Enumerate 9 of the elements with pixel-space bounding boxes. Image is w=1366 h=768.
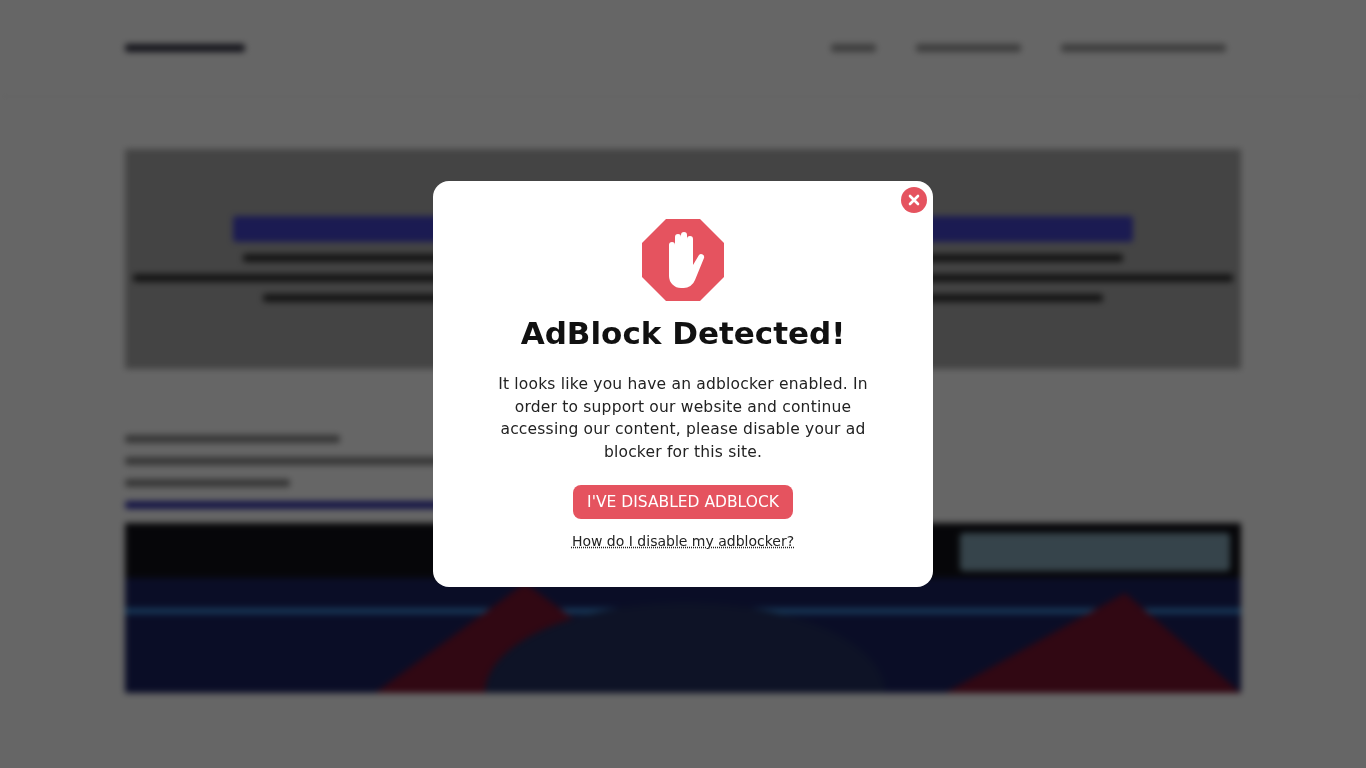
nav-link[interactable]	[916, 44, 1021, 52]
help-link[interactable]: How do I disable my adblocker?	[571, 533, 795, 549]
close-button[interactable]	[901, 187, 927, 213]
dialog-title: AdBlock Detected!	[520, 315, 846, 351]
nav-link[interactable]	[831, 44, 876, 52]
close-icon	[908, 194, 920, 206]
nav-link[interactable]	[1061, 44, 1226, 52]
dialog-message: It looks like you have an adblocker enabled. In order to support our website and continue accessing our content, please disable your ad blocker for this site.	[497, 374, 869, 463]
stop-hand-icon	[642, 219, 724, 301]
